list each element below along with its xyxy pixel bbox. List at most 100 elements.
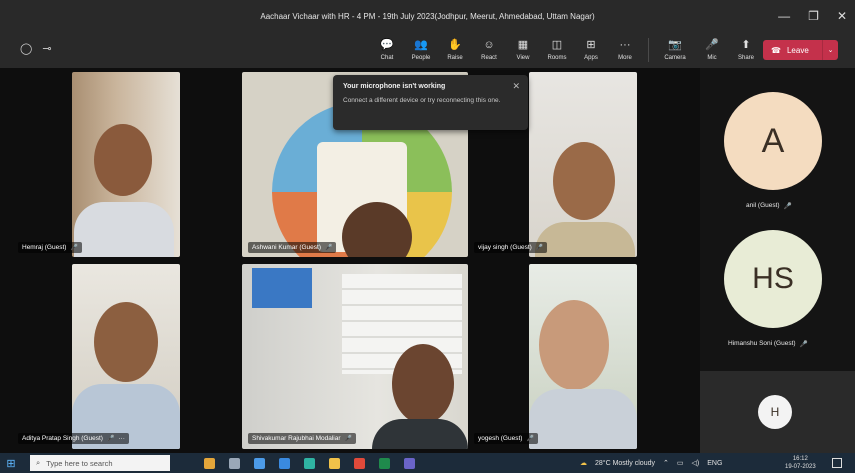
toolbar-label: More [618,55,632,61]
participant-name: Aditya Pratap Singh (Guest) [22,435,103,442]
view-icon: ▦ [517,39,529,51]
more-options-icon[interactable]: ··· [118,435,125,442]
toolbar-label: Mic [707,55,717,61]
participant-name-tag: Hemraj (Guest) 🎤 [18,242,82,253]
video-tile[interactable] [529,72,637,257]
taskbar-clock[interactable]: 16:12 19-07-2023 [785,455,816,471]
self-view-tile[interactable]: H [700,371,855,453]
participant-name: Himanshu Soni (Guest) [728,340,796,347]
taskbar-apps [204,457,415,469]
chrome-icon[interactable] [354,457,365,469]
avatar: H [758,395,792,429]
toolbar-more[interactable]: ··· More [608,34,642,66]
mic-icon: 🎤 [325,245,333,251]
teams-icon[interactable] [404,457,415,469]
toolbar-view[interactable]: ▦ View [506,34,540,66]
participant-face [94,302,158,382]
video-tile[interactable] [72,72,180,257]
toolbar-label: React [481,55,497,61]
toast-body: Connect a different device or try reconn… [343,97,501,104]
toast-title: Your microphone isn't working [343,83,446,90]
toolbar-share[interactable]: ⬆ Share [729,34,763,66]
calendar-icon[interactable] [254,457,265,469]
briefcase-icon[interactable] [204,457,215,469]
toolbar-react[interactable]: ☺ React [472,34,506,66]
mic-icon: 🎤 [799,341,808,348]
participant-name: Shivakumar Rajubhai Modaliar [252,435,341,442]
toolbar-chat[interactable]: 💬 Chat [370,34,404,66]
toolbar-label: Share [737,55,754,61]
avatar-name-tag: anil (Guest) 🎤 [746,202,792,210]
chevron-down-icon[interactable]: ⌄ [822,40,838,60]
apps-icon: ⊞ [586,39,596,51]
window-controls: — ❐ ✕ [778,0,847,32]
mic-icon: 🎤 [344,436,352,442]
clock-time: 16:12 [792,456,808,462]
raise-hand-icon: ✋ [448,39,462,51]
store-icon[interactable] [279,457,290,469]
mic-icon: 🎤 [535,245,544,251]
participant-name-tag: vijay singh (Guest) 🎤 [474,242,548,253]
participant-name-tag: Shivakumar Rajubhai Modaliar 🎤 [248,433,356,444]
system-tray: ☁ 28°C Mostly cloudy ⌃ ▭ ◁) ENG [580,453,722,473]
toolbar-people[interactable]: 👥 People [404,34,438,66]
outlook-icon[interactable] [329,457,340,469]
react-icon: ☺ [483,39,495,51]
wall-board [252,268,312,308]
language-indicator[interactable]: ENG [707,460,722,467]
avatar-initials: HS [752,262,794,295]
video-tile[interactable] [529,264,637,449]
restore-button[interactable]: ❐ [808,9,819,23]
volume-icon[interactable]: ◁) [692,459,700,467]
toolbar-label: Chat [380,55,394,61]
task-view-icon[interactable] [229,457,240,469]
mic-icon: 🎤 [783,203,792,210]
toolbar-label: Apps [584,55,598,61]
toolbar-label: Rooms [547,55,567,61]
close-icon[interactable]: ✕ [512,81,520,92]
participant-name: Hemraj (Guest) [22,244,67,251]
side-participants-panel: A anil (Guest) 🎤 HS Himanshu Soni (Guest)… [700,68,855,453]
toolbar-mic[interactable]: 🎤 Mic [695,34,729,66]
participant-face [94,124,152,196]
notifications-icon[interactable] [832,458,842,468]
chat-icon: 💬 [380,39,394,51]
avatar[interactable]: HS [724,230,822,328]
phone-icon: ☎ [771,45,781,55]
minimize-button[interactable]: — [778,9,790,23]
edge-icon[interactable] [304,457,315,469]
toolbar-raise[interactable]: ✋ Raise [438,34,472,66]
camera-off-icon: 📷 [668,39,682,51]
chevron-up-icon[interactable]: ⌃ [663,459,669,467]
toolbar-apps[interactable]: ⊞ Apps [574,34,608,66]
toolbar-divider [648,38,649,62]
meeting-toolbar: ◯ ⊸ 💬 Chat 👥 People ✋ Raise ☺ React ▦ View ◫ R… [0,32,855,68]
search-icon: ⌕ [36,458,41,467]
share-icon: ⬆ [741,39,751,51]
window-title: Aachaar Vichaar with HR - 4 PM - 19th Ju… [260,11,595,21]
close-window-button[interactable]: ✕ [837,9,847,23]
video-tile[interactable] [72,264,180,449]
participant-name-tag: Aditya Pratap Singh (Guest) 🎤 ··· [18,433,129,444]
excel-icon[interactable] [379,457,390,469]
people-icon: 👥 [414,39,428,51]
toolbar-rooms[interactable]: ◫ Rooms [540,34,574,66]
leave-button[interactable]: ☎ Leave ⌄ [763,40,838,60]
timer-icon: ⊸ [42,43,52,55]
participant-name: Ashwani Kumar (Guest) [252,244,321,251]
avatar-initials: H [770,405,780,419]
participant-name: vijay singh (Guest) [478,244,532,251]
toolbar-left: ◯ ⊸ [20,42,52,55]
taskbar-search[interactable]: ⌕ Type here to search [30,455,170,471]
network-icon[interactable]: ▭ [677,459,684,467]
avatar[interactable]: A [724,92,822,190]
toolbar-camera[interactable]: 📷 Camera [655,34,695,66]
windows-start-icon[interactable]: ⊞ [0,457,22,470]
leave-label: Leave [786,45,809,55]
mic-icon: 🎤 [106,436,115,442]
video-tile[interactable] [242,264,468,449]
weather-text[interactable]: 28°C Mostly cloudy [595,460,655,467]
participant-body [535,222,635,257]
toolbar-label: Raise [447,55,463,61]
participant-body [372,419,468,449]
